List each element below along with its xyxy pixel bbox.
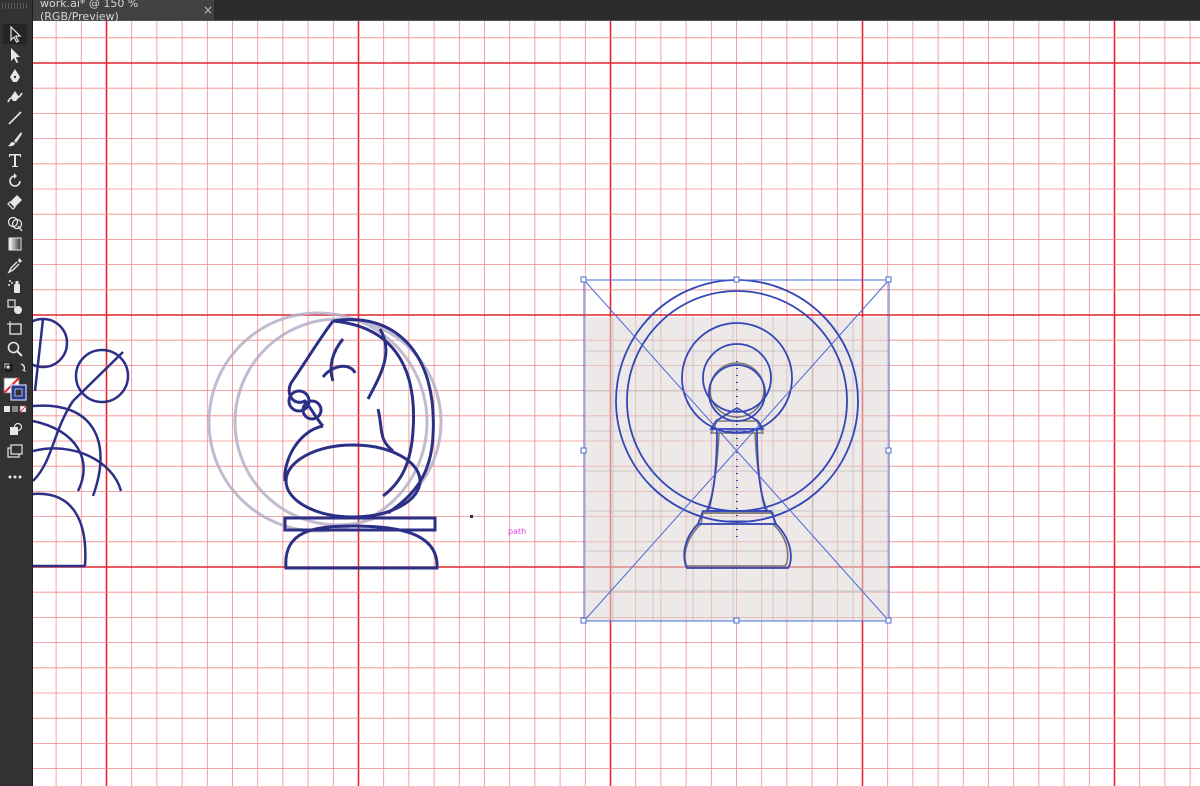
gradient-icon xyxy=(8,237,22,251)
smart-guide-label: path xyxy=(508,527,527,536)
direct-selection-tool[interactable] xyxy=(3,45,27,65)
artboard-canvas[interactable]: path xyxy=(33,21,1200,786)
artboard-tool[interactable] xyxy=(3,318,27,338)
canvas-artwork xyxy=(33,21,1200,786)
partial-chess-piece-artwork xyxy=(33,317,130,568)
rotate-tool[interactable] xyxy=(3,171,27,191)
selection-tool[interactable] xyxy=(3,24,27,44)
tools-panel xyxy=(0,0,33,786)
knight-artwork xyxy=(283,318,439,570)
pen-icon xyxy=(10,69,20,82)
document-tab[interactable]: work.ai* @ 150 % (RGB/Preview) × xyxy=(33,0,214,23)
document-tab-bar: work.ai* @ 150 % (RGB/Preview) × xyxy=(33,0,1200,23)
shape-builder-icon xyxy=(7,216,23,232)
artboard-icon xyxy=(7,321,22,335)
curvature-tool[interactable] xyxy=(3,87,27,107)
fill-stroke-swatch[interactable] xyxy=(3,360,27,408)
draw-mode-button[interactable] xyxy=(3,420,27,440)
more-icon xyxy=(8,475,22,479)
blend-icon xyxy=(7,299,22,314)
shape-builder-tool[interactable] xyxy=(3,213,27,233)
arrow-icon xyxy=(10,25,22,43)
line-icon xyxy=(8,111,22,125)
rotate-icon xyxy=(9,173,21,187)
zoom-tool[interactable] xyxy=(3,339,27,359)
blend-tool[interactable] xyxy=(3,297,27,317)
illustrator-window: work.ai* @ 150 % (RGB/Preview) × path xyxy=(0,0,1200,786)
curvature-icon xyxy=(7,91,23,103)
gradient-tool[interactable] xyxy=(3,234,27,254)
document-tab-title: work.ai* @ 150 % (RGB/Preview) xyxy=(40,0,139,23)
pawn-sketch-image[interactable] xyxy=(584,317,889,621)
panel-grip[interactable] xyxy=(2,3,28,9)
eraser-icon xyxy=(7,195,22,210)
eyedropper-icon xyxy=(7,258,22,274)
paintbrush-tool[interactable] xyxy=(3,129,27,149)
screen-mode-button[interactable] xyxy=(3,441,27,461)
white-arrow-icon xyxy=(11,48,20,63)
screen-mode-icon xyxy=(7,444,23,458)
fill-stroke-icon xyxy=(3,362,27,401)
cursor-point xyxy=(470,515,473,518)
type-icon xyxy=(9,154,21,167)
eraser-tool[interactable] xyxy=(3,192,27,212)
eyedropper-tool[interactable] xyxy=(3,255,27,275)
edit-toolbar-button[interactable] xyxy=(3,467,27,487)
color-mode-buttons[interactable] xyxy=(3,402,27,416)
zoom-icon xyxy=(7,341,23,357)
draw-mode-icon xyxy=(10,422,23,435)
line-segment-tool[interactable] xyxy=(3,108,27,128)
symbol-sprayer-tool[interactable] xyxy=(3,276,27,296)
close-icon[interactable]: × xyxy=(203,3,213,17)
pen-tool[interactable] xyxy=(3,66,27,86)
type-tool[interactable] xyxy=(3,150,27,170)
color-mode-icon xyxy=(4,405,27,413)
sprayer-icon xyxy=(8,280,20,293)
brush-icon xyxy=(8,132,22,147)
